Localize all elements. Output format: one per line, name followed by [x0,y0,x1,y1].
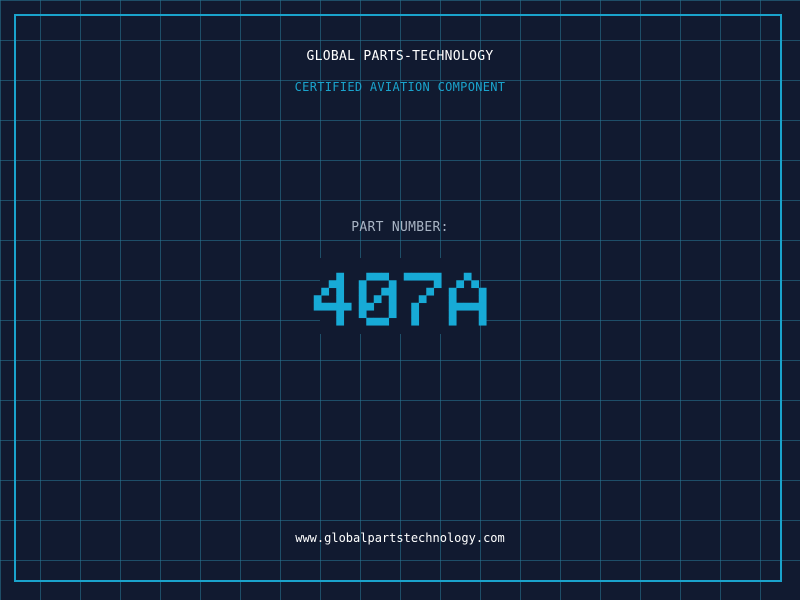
pixel-block [373,272,382,281]
pixel-block [388,310,397,319]
pixel-block [418,295,427,304]
pixel-block [336,280,345,289]
pixel-block [381,272,390,281]
pixel-block [328,302,337,311]
pixel-block [463,302,472,311]
pixel-block [366,317,375,326]
part-number-char-4 [313,272,352,326]
pixel-block [321,287,330,296]
pixel-block [448,317,457,326]
pixel-block [426,272,435,281]
pixel-block [358,302,367,311]
pixel-block [388,295,397,304]
pixel-block [471,280,480,289]
pixel-block [336,302,345,311]
pixel-block [358,310,367,319]
pixel-block [381,317,390,326]
pixel-block [463,272,472,281]
pixel-block [336,287,345,296]
pixel-block [456,280,465,289]
pixel-block [478,317,487,326]
pixel-block [448,287,457,296]
pixel-block [366,272,375,281]
pixel-block [343,302,352,311]
pixel-block [336,317,345,326]
part-number-char-7 [403,272,442,326]
certification-text: CERTIFIED AVIATION COMPONENT [294,80,506,94]
pixel-block [411,317,420,326]
pixel-block [373,317,382,326]
pixel-block [433,280,442,289]
part-number-char-0 [358,272,397,326]
pixel-block [336,310,345,319]
pixel-block [373,295,382,304]
pixel-block [403,272,412,281]
pixel-block [426,287,435,296]
part-number-value [313,272,487,326]
pixel-block [478,302,487,311]
label-canvas: GLOBAL PARTS-TECHNOLOGY CERTIFIED AVIATI… [0,0,800,600]
pixel-block [478,295,487,304]
pixel-block [411,302,420,311]
pixel-block [388,280,397,289]
pixel-block [478,310,487,319]
pixel-block [336,272,345,281]
pixel-block [448,302,457,311]
part-number-char-a [448,272,487,326]
pixel-block [381,287,390,296]
pixel-block [366,302,375,311]
pixel-block [478,287,487,296]
website-url: www.globalpartstechnology.com [295,531,505,545]
part-number-label: PART NUMBER: [351,220,449,235]
pixel-block [313,295,322,304]
pixel-block [411,272,420,281]
pixel-block [358,287,367,296]
pixel-block [336,295,345,304]
pixel-block [411,310,420,319]
pixel-block [388,302,397,311]
pixel-block [321,302,330,311]
pixel-block [388,287,397,296]
pixel-block [448,295,457,304]
company-name: GLOBAL PARTS-TECHNOLOGY [306,49,494,64]
pixel-block [313,302,322,311]
pixel-block [328,280,337,289]
pixel-block [418,272,427,281]
pixel-block [471,302,480,311]
pixel-block [358,280,367,289]
pixel-block [456,302,465,311]
pixel-block [448,310,457,319]
pixel-block [433,272,442,281]
pixel-block [358,295,367,304]
